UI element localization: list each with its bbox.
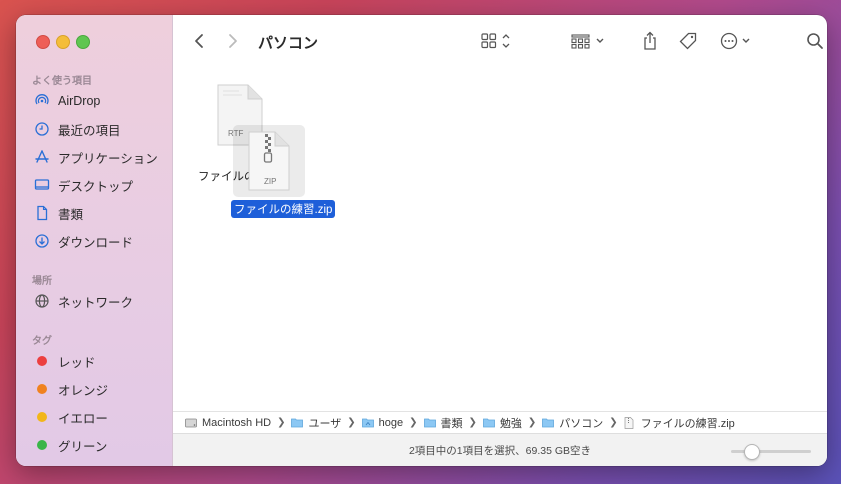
- ellipsis-circle-icon: [720, 32, 738, 50]
- file-browser-area[interactable]: RTF ファイルの ZIP ファイルの練習.zip: [173, 67, 827, 410]
- sidebar-item-desktop[interactable]: デスクトップ: [26, 173, 166, 197]
- network-icon: [34, 293, 50, 309]
- status-text: 2項目中の1項目を選択、69.35 GB空き: [408, 445, 592, 457]
- path-item-pasokon[interactable]: パソコン: [542, 415, 603, 431]
- chevron-right-icon: ❯: [409, 417, 418, 428]
- folder-icon: [542, 417, 555, 428]
- window-title: パソコン: [258, 35, 319, 52]
- path-item-documents[interactable]: 書類: [423, 415, 463, 431]
- path-item-label: ファイルの練習.zip: [640, 417, 735, 430]
- path-item-users[interactable]: ユーザ: [291, 415, 341, 431]
- clock-icon: [34, 121, 50, 137]
- path-bar: Macintosh HD ❯ ユーザ ❯ hoge ❯ 書類 ❯ 勉強 ❯ パソ…: [173, 411, 827, 433]
- sidebar-item-label: 最近の項目: [58, 123, 121, 138]
- zip-file-icon: [624, 416, 636, 429]
- chevron-right-icon: [229, 34, 237, 48]
- finder-window: よく使う項目 AirDrop 最近の項目 アプリケーション デスクトップ 書類 …: [16, 15, 827, 466]
- sidebar-item-label: グリーン: [58, 439, 108, 454]
- sidebar-item-label: ダウンロード: [58, 235, 134, 250]
- path-item-label: パソコン: [559, 417, 604, 430]
- applications-icon: [34, 149, 50, 165]
- document-icon: [34, 205, 50, 221]
- forward-button[interactable]: [223, 31, 243, 51]
- share-icon: [644, 31, 656, 50]
- chevron-right-icon: ❯: [277, 417, 286, 428]
- tag-green-dot: [37, 440, 47, 450]
- sidebar-item-label: AirDrop: [58, 94, 101, 108]
- path-item-hoge[interactable]: hoge: [361, 416, 404, 429]
- sidebar-item-label: オレンジ: [58, 383, 109, 398]
- chevron-right-icon: ❯: [347, 417, 356, 428]
- sidebar-section-locations: 場所: [32, 276, 52, 287]
- sidebar-item-label: レッド: [58, 355, 96, 370]
- path-item-label: 書類: [440, 417, 463, 430]
- folder-icon: [483, 417, 495, 428]
- sidebar-item-downloads[interactable]: ダウンロード: [26, 229, 166, 253]
- sidebar-item-tag-red[interactable]: レッド: [26, 349, 166, 373]
- tag-yellow-dot: [37, 412, 47, 422]
- sidebar-item-airdrop[interactable]: AirDrop: [26, 89, 166, 113]
- sidebar-item-applications[interactable]: アプリケーション: [26, 145, 166, 169]
- hard-drive-icon: [185, 417, 197, 428]
- minimize-window-button[interactable]: [56, 35, 70, 49]
- toolbar: パソコン: [173, 15, 827, 67]
- chevron-right-icon: ❯: [468, 417, 477, 428]
- sidebar-item-label: デスクトップ: [58, 179, 134, 194]
- sidebar-item-tag-orange[interactable]: オレンジ: [26, 377, 166, 401]
- close-window-button[interactable]: [36, 35, 50, 49]
- chevron-down-icon: [596, 38, 604, 43]
- sidebar-item-tag-green[interactable]: グリーン: [26, 433, 166, 457]
- selected-file-name-label[interactable]: ファイルの練習.zip: [231, 200, 336, 218]
- icon-size-slider[interactable]: [731, 444, 811, 460]
- zoom-window-button[interactable]: [76, 35, 90, 49]
- home-folder-icon: [361, 417, 374, 428]
- more-actions-button[interactable]: [719, 30, 755, 52]
- tag-orange-dot: [37, 384, 47, 394]
- airdrop-icon: [34, 93, 50, 109]
- sidebar-item-network[interactable]: ネットワーク: [26, 289, 166, 313]
- desktop-icon: [34, 177, 50, 193]
- sidebar-item-tag-yellow[interactable]: イエロー: [26, 405, 166, 429]
- download-icon: [34, 233, 50, 249]
- path-item-label: 勉強: [499, 417, 522, 430]
- sidebar-item-label: イエロー: [58, 411, 108, 426]
- path-item-zip-file[interactable]: ファイルの練習.zip: [624, 415, 735, 431]
- path-item-label: hoge: [378, 416, 404, 429]
- sidebar-item-documents[interactable]: 書類: [26, 201, 166, 225]
- tag-red-dot: [37, 356, 47, 366]
- file-item-zip[interactable]: ZIP: [233, 125, 305, 197]
- file-badge: ZIP: [264, 177, 277, 186]
- chevron-left-icon: [195, 34, 203, 48]
- chevron-right-icon: ❯: [527, 417, 537, 428]
- chevron-right-icon: ❯: [609, 417, 618, 428]
- sidebar: よく使う項目 AirDrop 最近の項目 アプリケーション デスクトップ 書類 …: [16, 15, 173, 466]
- sidebar-item-label: ネットワーク: [58, 295, 134, 310]
- group-button[interactable]: [571, 30, 607, 52]
- group-grid-icon: [571, 34, 590, 49]
- view-mode-button[interactable]: [481, 30, 515, 52]
- tag-icon: [679, 32, 697, 50]
- slider-knob[interactable]: [744, 444, 761, 460]
- path-item-label: Macintosh HD: [202, 416, 272, 429]
- sidebar-item-recents[interactable]: 最近の項目: [26, 117, 166, 141]
- path-item-label: ユーザ: [308, 417, 342, 430]
- chevron-down-icon: [742, 38, 750, 43]
- folder-icon: [291, 417, 304, 428]
- path-item-study[interactable]: 勉強: [483, 415, 522, 431]
- sidebar-item-label: 書類: [58, 207, 84, 222]
- search-button[interactable]: [806, 30, 824, 52]
- search-icon: [807, 33, 823, 49]
- sidebar-section-tags: タグ: [32, 336, 52, 347]
- folder-icon: [423, 417, 436, 428]
- sidebar-section-favorites: よく使う項目: [32, 76, 92, 87]
- sidebar-item-label: アプリケーション: [58, 151, 158, 166]
- back-button[interactable]: [189, 31, 209, 51]
- tag-button[interactable]: [678, 30, 698, 52]
- chevron-updown-icon: [502, 34, 510, 48]
- path-item-macintosh-hd[interactable]: Macintosh HD: [185, 417, 271, 429]
- status-bar: 2項目中の1項目を選択、69.35 GB空き: [173, 433, 827, 466]
- share-button[interactable]: [641, 30, 659, 52]
- grid-view-icon: [481, 33, 497, 49]
